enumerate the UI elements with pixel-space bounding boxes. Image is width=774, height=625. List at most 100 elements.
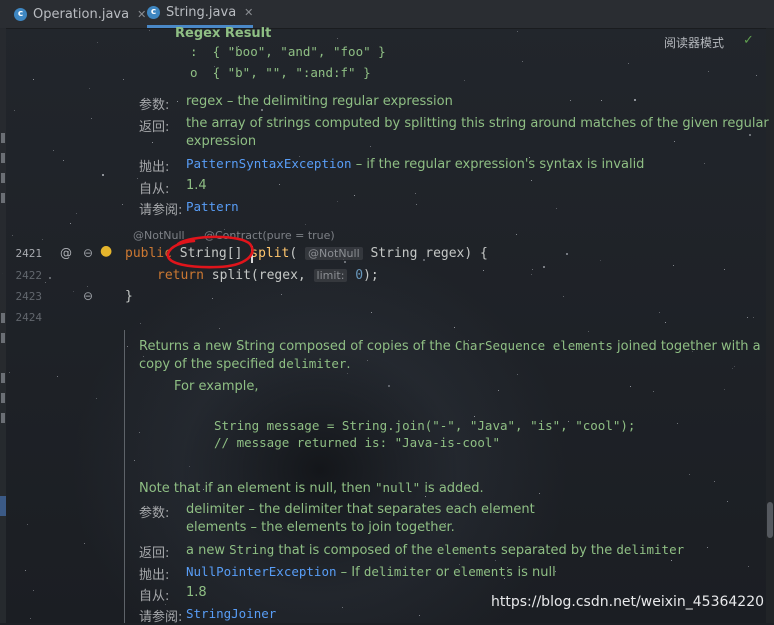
star [337,38,338,39]
star [42,239,43,240]
doc-heading: Regex Result [175,26,272,41]
star [127,346,128,347]
star [517,374,518,375]
star [634,99,636,101]
returns-part: a new [186,543,230,558]
returns-code: String [229,542,275,557]
star [140,323,141,324]
scrollbar-thumb[interactable] [767,502,773,538]
see-link[interactable]: Pattern [186,199,239,214]
star [630,386,631,387]
star [281,294,282,295]
star [659,312,660,313]
doc-example-row: o { "b", "", ":and:f" } [190,65,371,80]
params-label: 参数: [139,506,170,521]
star [344,261,346,263]
star [522,61,523,62]
reader-mode-toggle[interactable]: 阅读器模式 [664,34,724,51]
throws-part: is null [513,565,556,580]
code-line-2423[interactable]: } [125,289,133,304]
star [495,560,496,561]
star [152,142,153,143]
line-number: 2421 [15,247,43,260]
star [73,291,74,292]
tab-string-java[interactable]: c String.java ✕ [147,0,254,28]
star [219,328,220,329]
star [122,204,123,205]
doc-description-line: Returns a new String composed of copies … [139,337,761,356]
throws-link[interactable]: PatternSyntaxException [186,156,352,171]
star [516,234,517,235]
call-end: ); [363,268,379,283]
throws-part: or [431,565,454,580]
star [498,390,499,391]
close-icon[interactable]: ✕ [244,6,253,19]
left-tool-strip [0,28,6,623]
note-text: is added. [420,481,484,496]
throws-line: PatternSyntaxException – if the regular … [186,155,644,174]
star [543,266,545,268]
example-code: String message = String.join("-", "Java"… [214,418,636,433]
star [704,163,705,164]
returns-text: the array of strings computed by splitti… [186,116,769,131]
star [665,322,666,323]
tab-operation-java[interactable]: c Operation.java ✕ [14,0,146,28]
tab-label: String.java [166,5,237,20]
star [45,282,46,283]
star [84,543,85,544]
doc-block-border [124,330,125,623]
params-text: delimiter – the delimiter that separates… [186,502,535,517]
see-link[interactable]: StringJoiner [186,606,276,621]
star [677,423,678,424]
star [96,398,97,399]
star [342,607,343,608]
note-text: Note that if an element is null, then [139,481,376,496]
line-number: 2422 [15,269,43,282]
throws-link[interactable]: NullPointerException [186,564,337,579]
star [165,604,166,605]
star [279,184,280,185]
fold-icon[interactable]: ⊖ [83,289,93,303]
close-icon[interactable]: ✕ [137,8,146,21]
returns-code: elements [436,542,497,557]
star [305,224,306,225]
params-text: regex – the delimiting regular expressio… [186,94,453,109]
star [76,213,77,214]
star [149,30,150,31]
annotation-marker-icon[interactable]: @ [60,246,72,260]
desc-code: delimiter [278,356,347,371]
star [539,493,540,494]
left-strip-selection[interactable] [0,496,6,516]
param-hint: @NotNull [305,247,363,260]
star [531,274,532,275]
returns-text-cont: expression [186,134,257,149]
star [57,376,58,377]
see-line: StringJoiner [186,605,276,624]
example-code: // message returned is: "Java-is-cool" [214,435,500,450]
star [14,110,15,111]
throws-code: elements [453,564,514,579]
parameter: String regex) { [370,246,488,261]
star [33,590,34,591]
star [556,208,557,209]
red-highlight-circle [166,235,254,269]
star [714,481,715,482]
star [27,524,28,525]
star [673,265,674,266]
null-note: Note that if an element is null, then "n… [139,479,484,498]
star [517,31,518,32]
star [33,79,34,80]
star [388,385,390,387]
fold-icon[interactable]: ⊖ [83,246,93,260]
star [570,100,571,101]
star [747,317,748,318]
star [139,432,140,433]
star [671,560,672,561]
lightbulb-icon[interactable]: ● [100,243,112,259]
star [563,296,564,297]
star [9,372,10,373]
star [588,331,589,332]
returns-label: 返回: [139,546,170,561]
star [531,180,532,181]
star [748,566,749,567]
